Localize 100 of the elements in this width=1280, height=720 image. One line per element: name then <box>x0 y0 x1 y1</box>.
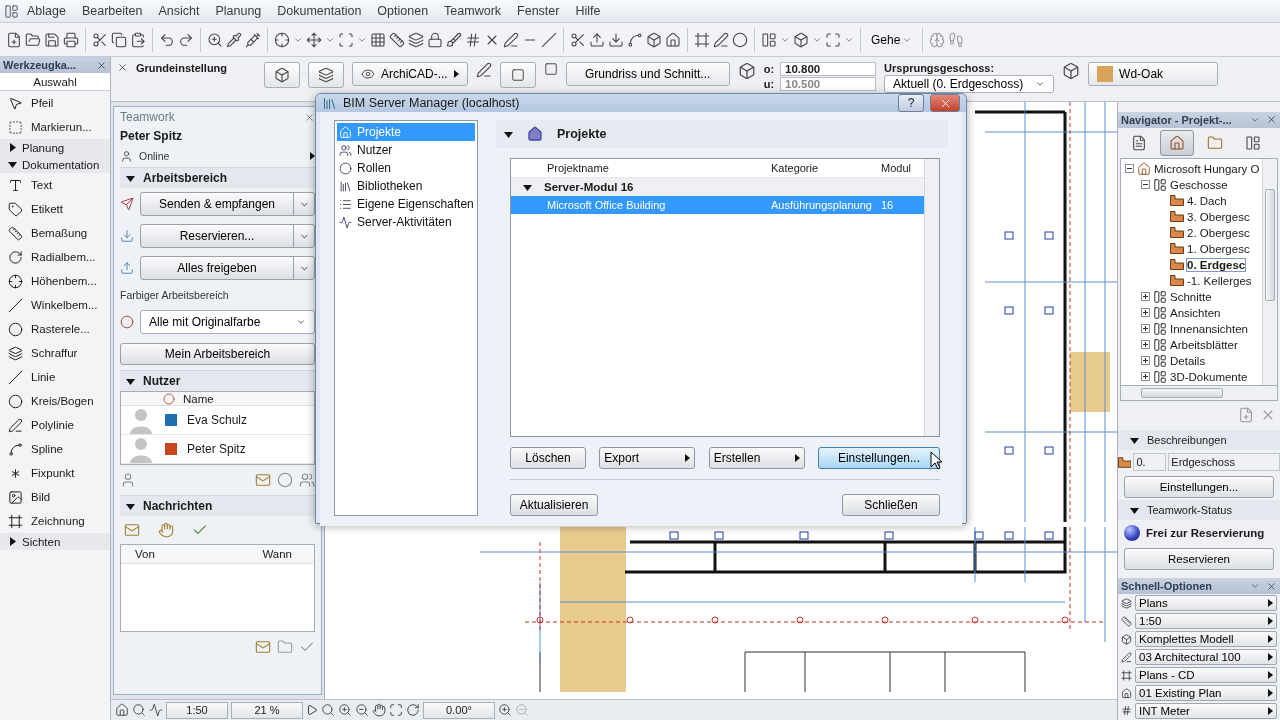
expand-box-icon[interactable] <box>1141 372 1150 382</box>
redo-icon[interactable] <box>178 31 194 48</box>
category-item[interactable]: Server-Aktivitäten <box>337 213 475 231</box>
user-row[interactable]: Eva Schulz <box>121 406 314 435</box>
zoom-icon[interactable] <box>321 703 335 717</box>
tool-item[interactable]: Polylinie <box>0 413 110 437</box>
undo-icon[interactable] <box>159 31 175 48</box>
tree-item[interactable]: Schnitte <box>1170 290 1212 303</box>
close-icon[interactable] <box>1266 114 1277 126</box>
users-icon[interactable] <box>299 472 315 488</box>
close-icon[interactable] <box>1266 580 1277 592</box>
my-workspace-button[interactable]: Mein Arbeitsbereich <box>120 343 315 365</box>
tool-group-header[interactable]: Planung <box>0 139 110 156</box>
category-item[interactable]: Nutzer <box>337 141 475 159</box>
menu-item[interactable]: Dokumentation <box>269 4 370 18</box>
expand-box-icon[interactable] <box>1141 308 1150 318</box>
expand-box-icon[interactable] <box>1141 324 1150 334</box>
tool-item[interactable]: Text <box>0 173 110 197</box>
rotate-icon[interactable] <box>406 703 420 717</box>
app-icon[interactable] <box>4 3 19 19</box>
tool-item[interactable]: Schraffur <box>0 341 110 365</box>
menu-item[interactable]: Optionen <box>369 4 437 18</box>
story-number-field[interactable]: 0. <box>1133 453 1167 472</box>
tree-item[interactable]: 3D-Dokumente <box>1170 370 1248 383</box>
tree-item[interactable]: 3. Obergesc <box>1187 210 1250 223</box>
layer-dropdown[interactable]: ArchiCAD-... <box>352 62 468 86</box>
crosshair-icon[interactable] <box>274 31 290 48</box>
previous-zoom-icon[interactable] <box>498 703 512 717</box>
rectangle-button[interactable] <box>499 62 536 88</box>
new-document-icon[interactable] <box>6 31 22 48</box>
action-button[interactable]: Einstellungen... <box>818 447 940 469</box>
tree-item[interactable]: Geschosse <box>1170 178 1228 191</box>
lock-icon[interactable] <box>427 31 443 48</box>
quick-option-dropdown[interactable]: Komplettes Modell <box>1135 631 1277 648</box>
action-button[interactable]: Export <box>599 447 696 469</box>
expand-box-icon[interactable] <box>1141 292 1150 302</box>
section-header[interactable]: Beschreibungen <box>1118 430 1280 451</box>
grid-icon[interactable] <box>370 31 386 48</box>
expand-box-icon[interactable] <box>1141 356 1150 366</box>
pen-icon[interactable] <box>503 31 519 48</box>
quick-option-dropdown[interactable]: INT Meter <box>1135 703 1277 719</box>
quick-option-dropdown[interactable]: Plans - CD <box>1135 667 1277 684</box>
collapse-box-icon[interactable] <box>1125 164 1134 174</box>
quick-option-dropdown[interactable]: 01 Existing Plan <box>1135 685 1277 701</box>
story-name-field[interactable]: Erdgeschoss <box>1168 453 1280 472</box>
quick-option-dropdown[interactable]: Plans <box>1135 595 1277 612</box>
column-header[interactable]: Wann <box>262 548 292 560</box>
material-dropdown[interactable]: Wd-Oak <box>1088 62 1219 86</box>
user-row[interactable]: Peter Spitz <box>121 435 314 464</box>
tree-item[interactable]: 2. Obergesc <box>1187 226 1250 239</box>
tree-item[interactable]: Innenansichten <box>1170 322 1248 335</box>
pipette-icon[interactable] <box>226 31 242 48</box>
pan-icon[interactable] <box>372 703 386 717</box>
tree-item[interactable]: Details <box>1170 354 1206 367</box>
scissors-icon[interactable] <box>92 31 108 48</box>
ruler-icon[interactable] <box>389 31 405 48</box>
refresh-button[interactable]: Aktualisieren <box>510 494 598 516</box>
layer-button[interactable] <box>308 62 344 88</box>
printer-icon[interactable] <box>63 31 79 48</box>
tool-group-header[interactable]: Dokumentation <box>0 156 110 173</box>
layout-icon[interactable] <box>825 31 841 48</box>
story-dropdown[interactable]: Aktuell (0. Erdgeschoss) <box>884 75 1055 93</box>
section-header[interactable]: Nachrichten <box>120 495 315 516</box>
category-item[interactable]: Eigene Eigenschaften <box>337 195 475 213</box>
tree-item[interactable]: 1. Obergesc <box>1187 242 1250 255</box>
menu-item[interactable]: Ablage <box>19 4 74 18</box>
quick-option-dropdown[interactable]: 03 Architectural 100 <box>1135 649 1277 666</box>
mail-icon[interactable] <box>124 522 140 538</box>
tool-item[interactable]: Bild <box>0 485 110 509</box>
paste-icon[interactable] <box>130 31 146 48</box>
action-button[interactable]: Löschen <box>510 447 586 469</box>
tool-item[interactable]: Radialbem... <box>0 245 110 269</box>
reserve-button[interactable]: Reservieren <box>1124 548 1274 571</box>
folder-icon[interactable] <box>25 31 41 48</box>
close-button[interactable] <box>930 94 960 112</box>
navigator-tab[interactable] <box>1160 129 1194 156</box>
top-elevation-field[interactable]: 10.800 <box>780 62 877 76</box>
column-header[interactable]: Kategorie <box>771 162 881 174</box>
tree-item[interactable]: 4. Dach <box>1187 194 1227 207</box>
settings-button[interactable]: Einstellungen... <box>1124 476 1274 499</box>
frame-icon[interactable] <box>694 31 710 48</box>
tool-item[interactable]: Bemaßung <box>0 221 110 245</box>
tree-item[interactable]: Ansichten <box>1170 306 1221 319</box>
tool-item[interactable]: Etikett <box>0 197 110 221</box>
mail-icon[interactable] <box>255 472 271 488</box>
color-dropdown[interactable]: Alle mit Originalfarbe <box>140 310 315 334</box>
close-icon[interactable] <box>96 59 107 71</box>
quick-option-dropdown[interactable]: 1:50 <box>1135 613 1277 630</box>
split-button[interactable]: Alles freigeben <box>140 256 315 280</box>
selection-tab[interactable]: Auswahl <box>0 73 110 91</box>
column-header[interactable]: Projektname <box>547 162 771 174</box>
house-icon[interactable] <box>115 703 129 717</box>
tree-item[interactable]: Arbeitsblätter <box>1170 338 1238 351</box>
action-button[interactable]: Erstellen <box>708 447 805 469</box>
zoom-in-icon[interactable] <box>338 703 352 717</box>
settings-button[interactable] <box>264 62 300 88</box>
tool-group-header[interactable]: Sichten <box>0 533 110 550</box>
tool-item[interactable]: Rasterele... <box>0 317 110 341</box>
tool-item[interactable]: Fixpunkt <box>0 461 110 485</box>
tool-item[interactable]: Kreis/Bogen <box>0 389 110 413</box>
